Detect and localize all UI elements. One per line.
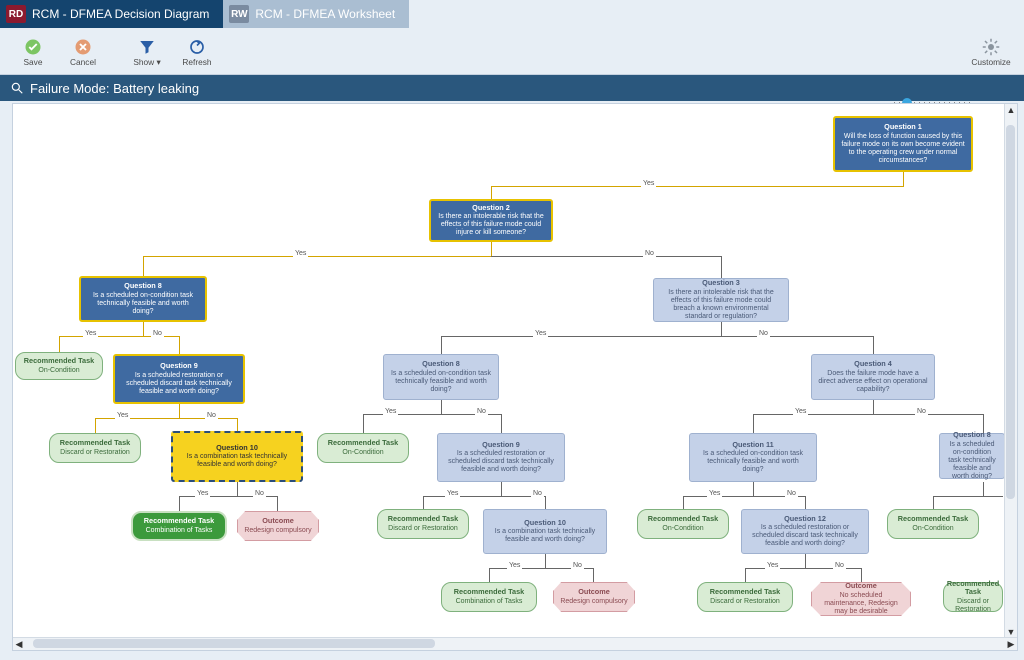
chevron-up-icon[interactable]: ▲ (1005, 104, 1017, 116)
tab-worksheet[interactable]: RW RCM - DFMEA Worksheet (223, 0, 409, 28)
node-q2[interactable]: Question 2Is there an intolerable risk t… (429, 199, 553, 242)
node-rt-discard-4[interactable]: Recommended TaskDiscard or Restoration (943, 582, 1003, 612)
node-rt-oncondition-3[interactable]: Recommended TaskOn-Condition (637, 509, 729, 539)
diagram-canvas[interactable]: Yes Yes No Yes No Yes No Yes No (12, 103, 1018, 651)
node-rt-discard-1[interactable]: Recommended TaskDiscard or Restoration (49, 433, 141, 463)
node-q12[interactable]: Question 12Is a scheduled restoration or… (741, 509, 869, 554)
tab-label: RCM - DFMEA Worksheet (255, 7, 395, 21)
node-q10-current[interactable]: Question 10Is a combination task technic… (171, 431, 303, 482)
node-q3[interactable]: Question 3Is there an intolerable risk t… (653, 278, 789, 322)
toolbar: Save Cancel Show ▾ Refresh Customize (0, 28, 1024, 75)
customize-button[interactable]: Customize (966, 36, 1016, 69)
node-rt-oncondition-1[interactable]: Recommended TaskOn-Condition (15, 352, 103, 380)
tab-label: RCM - DFMEA Decision Diagram (32, 7, 209, 21)
tab-decision-diagram[interactable]: RD RCM - DFMEA Decision Diagram (0, 0, 223, 28)
node-rt-oncondition-2[interactable]: Recommended TaskOn-Condition (317, 433, 409, 463)
save-button[interactable]: Save (8, 36, 58, 69)
filter-icon (138, 38, 156, 56)
tab-badge-rd: RD (6, 5, 26, 23)
node-q9-mid[interactable]: Question 9Is a scheduled restoration or … (437, 433, 565, 482)
chevron-right-icon[interactable]: ▶ (1005, 638, 1017, 650)
chevron-left-icon[interactable]: ◀ (13, 638, 25, 650)
node-q11[interactable]: Question 11Is a scheduled on-condition t… (689, 433, 817, 482)
refresh-button[interactable]: Refresh (172, 36, 222, 69)
search-icon (10, 81, 24, 95)
node-q8-left[interactable]: Question 8Is a scheduled on-condition ta… (79, 276, 207, 322)
gear-icon (982, 38, 1000, 56)
tab-badge-rw: RW (229, 5, 249, 23)
node-outcome-redesign-1[interactable]: OutcomeRedesign compulsory (237, 511, 319, 541)
node-q8-right[interactable]: Question 8Is a scheduled on-condition ta… (939, 433, 1005, 479)
page-title: Failure Mode: Battery leaking (30, 81, 199, 96)
cancel-button[interactable]: Cancel (58, 36, 108, 69)
node-rt-combination[interactable]: Recommended TaskCombination of Tasks (131, 511, 227, 541)
node-rt-oncondition-4[interactable]: Recommended TaskOn-Condition (887, 509, 979, 539)
node-rt-discard-2[interactable]: Recommended TaskDiscard or Restoration (377, 509, 469, 539)
node-q8-mid[interactable]: Question 8Is a scheduled on-condition ta… (383, 354, 499, 400)
horizontal-scrollbar[interactable]: ◀ ▶ (13, 637, 1017, 650)
node-q4[interactable]: Question 4Does the failure mode have a d… (811, 354, 935, 400)
check-icon (24, 38, 42, 56)
refresh-icon (188, 38, 206, 56)
breadcrumb: Failure Mode: Battery leaking (0, 75, 1024, 101)
node-outcome-nomaintenance[interactable]: OutcomeNo scheduled maintenance, Redesig… (811, 582, 911, 616)
node-outcome-redesign-2[interactable]: OutcomeRedesign compulsory (553, 582, 635, 612)
show-button[interactable]: Show ▾ (122, 36, 172, 69)
node-rt-combination-2[interactable]: Recommended TaskCombination of Tasks (441, 582, 537, 612)
close-icon (74, 38, 92, 56)
node-q10-mid[interactable]: Question 10Is a combination task technic… (483, 509, 607, 554)
node-q9-left[interactable]: Question 9Is a scheduled restoration or … (113, 354, 245, 404)
vertical-scrollbar[interactable]: ▲ ▼ (1004, 104, 1017, 638)
node-q1[interactable]: Question 1Will the loss of function caus… (833, 116, 973, 172)
node-rt-discard-3[interactable]: Recommended TaskDiscard or Restoration (697, 582, 793, 612)
